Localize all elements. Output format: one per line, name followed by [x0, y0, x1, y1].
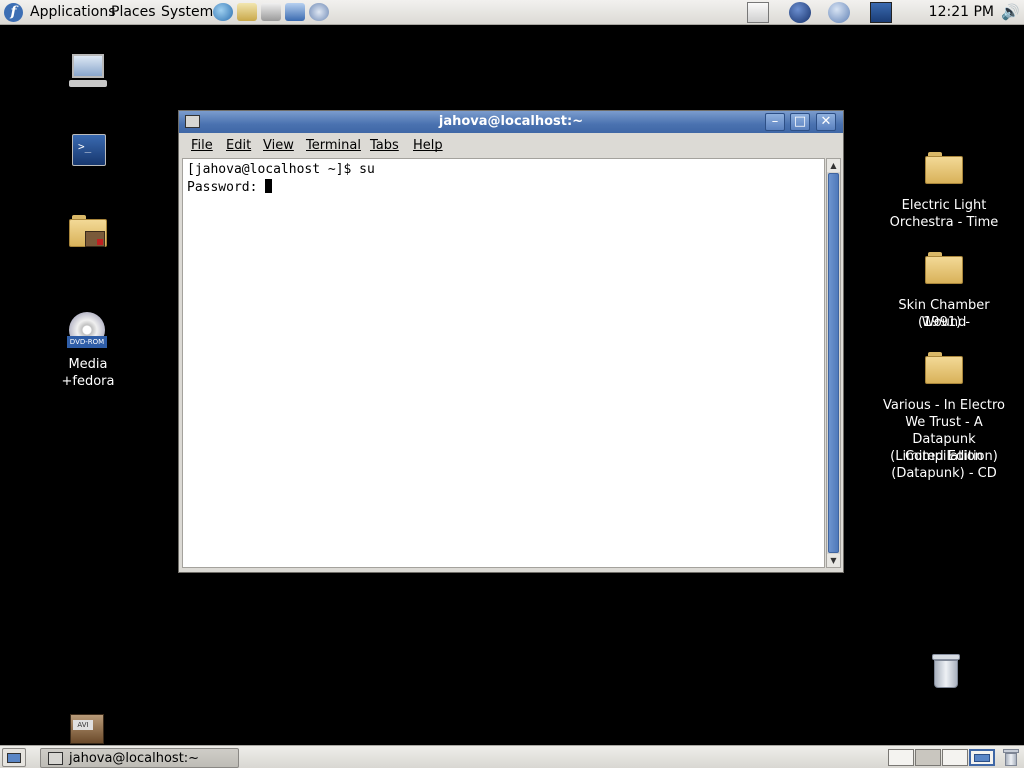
office-writer-icon[interactable] — [261, 3, 281, 21]
workspace-4-active[interactable] — [969, 749, 995, 766]
workspace-2[interactable] — [915, 749, 941, 766]
close-button[interactable]: ✕ — [816, 113, 836, 131]
terminal-launcher-icon[interactable]: >_ — [72, 134, 106, 168]
clock[interactable]: 12:21 PM — [929, 3, 994, 22]
top-panel: f Applications Places System 12:21 PM 🔊 — [0, 0, 1024, 25]
trash-icon[interactable] — [930, 654, 962, 690]
terminal-text-area[interactable]: [jahova@localhost ~]$ su Password: — [182, 158, 825, 568]
folder-label-line: Orchestra - Time — [889, 215, 999, 230]
folder-label-line: (Limited Edition) — [890, 449, 998, 464]
media-fedora-label: Media +fedora — [61, 357, 115, 389]
folder-label-line: We Trust - A — [905, 415, 983, 430]
network-globe-icon[interactable] — [789, 2, 811, 23]
network-update-icon[interactable] — [828, 2, 850, 23]
menu-file[interactable]: File — [191, 138, 213, 153]
avi-badge: AVI — [73, 720, 93, 730]
folder-label-line: Various - In Electro — [882, 398, 1005, 413]
menu-terminal[interactable]: Terminal — [306, 138, 361, 153]
workspace-3[interactable] — [942, 749, 968, 766]
menu-edit[interactable]: Edit — [226, 138, 251, 153]
workspace-1[interactable] — [888, 749, 914, 766]
folder-electric-light-orchestra[interactable]: Electric Light Orchestra - Time — [876, 152, 1012, 232]
vertical-scrollbar[interactable]: ▲ ▼ — [826, 158, 841, 568]
password-prompt: Password: — [187, 180, 266, 195]
menu-help[interactable]: Help — [413, 138, 443, 153]
folder-label-line: Electric Light — [901, 198, 987, 213]
scroll-down-arrow-icon[interactable]: ▼ — [827, 554, 840, 567]
folder-label-line: (Datapunk) - CD — [891, 466, 997, 481]
dvd-rom-badge: DVD-ROM — [67, 336, 107, 348]
terminal-window[interactable]: jahova@localhost:~ – □ ✕ File Edit View … — [178, 110, 844, 573]
maximize-button[interactable]: □ — [790, 113, 810, 131]
computer-icon[interactable] — [66, 52, 110, 92]
terminal-line-prompt: Password: — [187, 179, 273, 195]
show-desktop-button[interactable] — [2, 748, 26, 767]
taskbar-button-terminal[interactable]: jahova@localhost:~ — [40, 748, 239, 768]
folder-icon — [925, 352, 963, 384]
system-menu[interactable]: System — [161, 3, 213, 22]
media-fedora-icon[interactable]: DVD-ROM Media +fedora — [40, 312, 136, 389]
desktop-icon — [7, 753, 21, 763]
avi-video-file-icon[interactable]: AVI — [68, 712, 106, 744]
places-menu[interactable]: Places — [111, 3, 156, 22]
scrollbar-thumb[interactable] — [828, 173, 839, 553]
text-cursor — [265, 179, 273, 193]
home-folder-icon[interactable] — [69, 213, 109, 253]
bottom-panel: jahova@localhost:~ — [0, 745, 1024, 768]
web-browser-icon[interactable] — [213, 3, 233, 21]
menu-view[interactable]: View — [263, 138, 294, 153]
terminal-task-icon — [48, 752, 63, 765]
terminal-tray-icon[interactable] — [870, 2, 892, 23]
folder-icon — [925, 152, 963, 184]
scroll-up-arrow-icon[interactable]: ▲ — [827, 159, 840, 172]
fedora-logo-icon[interactable]: f — [4, 3, 23, 22]
mail-icon[interactable] — [237, 3, 257, 21]
minimize-button[interactable]: – — [765, 113, 785, 131]
folder-label-line: Wound — [921, 315, 967, 330]
menu-tabs[interactable]: Tabs — [370, 138, 399, 153]
folder-skin-chamber[interactable]: Skin Chamber (1991) - Wound — [876, 252, 1012, 332]
window-title: jahova@localhost:~ — [438, 114, 584, 129]
terminal-line: [jahova@localhost ~]$ su — [187, 162, 375, 177]
folder-various-in-electro-we-trust[interactable]: Various - In Electro We Trust - A Datapu… — [874, 352, 1014, 482]
speaker-icon[interactable]: 🔊 — [1001, 3, 1021, 22]
window-menubar: File Edit View Terminal Tabs Help — [179, 134, 843, 157]
folder-icon — [925, 252, 963, 284]
taskbar-button-label: jahova@localhost:~ — [69, 751, 200, 766]
applications-menu[interactable]: Applications — [30, 3, 116, 22]
notes-applet-icon[interactable] — [747, 2, 769, 23]
presentation-icon[interactable] — [285, 3, 305, 21]
window-titlebar[interactable]: jahova@localhost:~ – □ ✕ — [179, 111, 843, 133]
trash-applet-icon[interactable] — [1003, 749, 1019, 766]
network-icon[interactable] — [309, 3, 329, 21]
